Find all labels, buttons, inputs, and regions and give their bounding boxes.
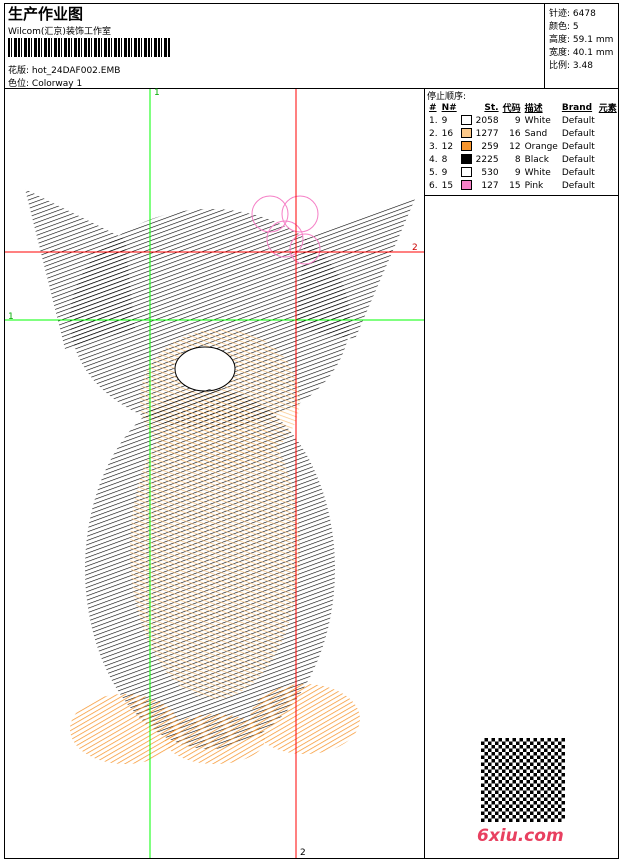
table-row: 6. 15 127 15 Pink Default: [429, 180, 595, 191]
green-marker-top: 1: [154, 88, 160, 98]
table-row: 5. 9 530 9 White Default: [429, 167, 595, 178]
colorway-value: Colorway 1: [31, 79, 83, 89]
colorway-label: 色位:: [8, 79, 30, 89]
table-row: 4. 8 2225 8 Black Default: [429, 154, 595, 165]
dog-embroidery: [25, 189, 415, 764]
studio-name: Wilcom(汇京)装饰工作室: [8, 27, 111, 37]
embroidery-preview: [5, 89, 424, 858]
stat-scale: 比例: 3.48: [549, 61, 593, 71]
barcode: [8, 38, 170, 57]
stat-stitches: 针迹: 6478: [549, 9, 596, 19]
color-swatch: [460, 141, 472, 152]
production-worksheet: 生产作业图 Wilcom(汇京)装饰工作室 花版: hot_24DAF002.E…: [0, 0, 620, 860]
color-swatch: [460, 115, 472, 126]
watermark: 6xiu.com: [477, 826, 564, 846]
pattern-label: 花版:: [8, 66, 30, 76]
pattern-file: 花版: hot_24DAF002.EMB: [8, 63, 120, 76]
stat-width: 宽度: 40.1 mm: [549, 48, 614, 58]
colorway: 色位: Colorway 1: [8, 76, 82, 89]
green-marker-left: 1: [8, 312, 14, 322]
color-swatch: [460, 180, 472, 191]
table-row: 2. 16 1277 16 Sand Default: [429, 128, 595, 139]
table-header: # N# St. 代码 描述 Brand 元素: [429, 102, 617, 115]
panel-divider: [424, 195, 619, 196]
qr-code: [478, 735, 568, 825]
table-row: 1. 9 2058 9 White Default: [429, 115, 595, 126]
red-marker-bottom: 2: [300, 848, 306, 858]
table-row: 3. 12 259 12 Orange Default: [429, 141, 595, 152]
red-marker-right: 2: [412, 243, 418, 253]
pattern-value: hot_24DAF002.EMB: [31, 66, 121, 76]
color-swatch: [460, 128, 472, 139]
stat-height: 高度: 59.1 mm: [549, 35, 614, 45]
page-title: 生产作业图: [8, 5, 84, 23]
color-swatch: [460, 167, 472, 178]
stop-sequence-table: # N# St. 代码 描述 Brand 元素 1. 9 2058 9 White Default 2.…: [427, 101, 619, 192]
stat-colors: 颜色: 5: [549, 22, 579, 32]
color-swatch: [460, 154, 472, 165]
